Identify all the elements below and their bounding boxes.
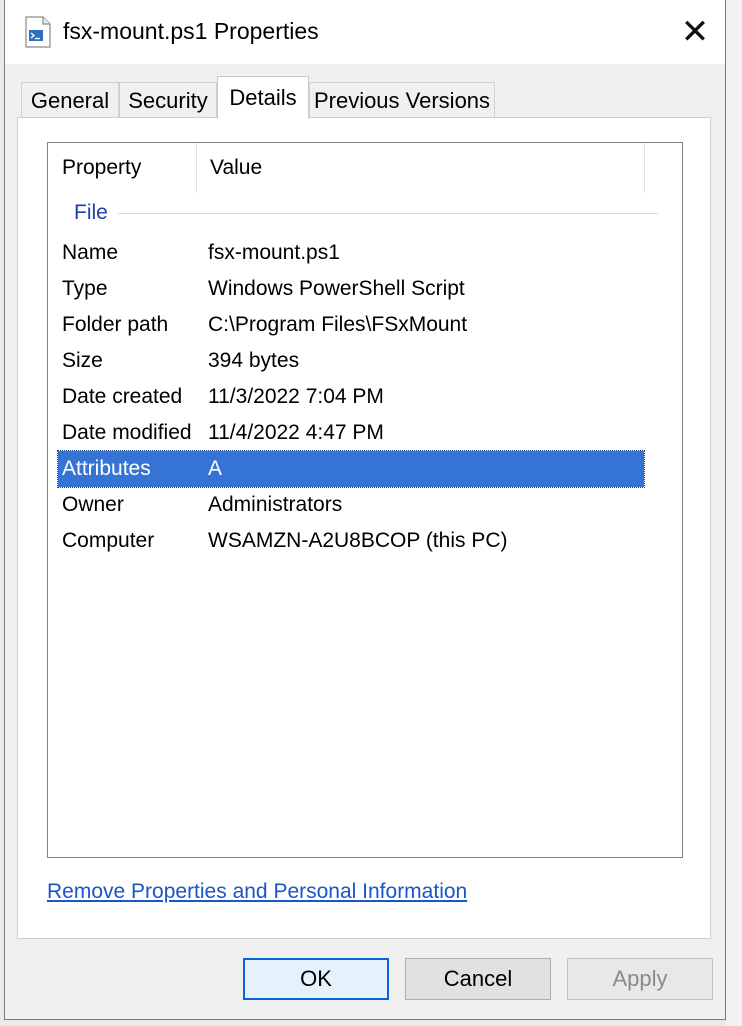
property-value: A (208, 457, 223, 480)
property-value: Windows PowerShell Script (208, 277, 465, 300)
column-header-value[interactable]: Value (196, 143, 644, 193)
title-bar[interactable]: fsx-mount.ps1 Properties ✕ (5, 0, 725, 64)
column-divider[interactable] (644, 143, 645, 193)
property-label: Date created (62, 385, 183, 408)
column-header-property[interactable]: Property (48, 143, 196, 193)
property-label: Size (62, 349, 103, 372)
tab-general[interactable]: General (21, 82, 119, 118)
property-value: 11/3/2022 7:04 PM (208, 385, 384, 408)
apply-button[interactable]: Apply (567, 958, 713, 1000)
tab-strip: General Security Details Previous Versio… (21, 76, 721, 119)
tab-security[interactable]: Security (119, 82, 217, 118)
detail-row-folder-path[interactable]: Folder path C:\Program Files\FSxMount (58, 307, 644, 343)
detail-row-owner[interactable]: Owner Administrators (58, 487, 644, 523)
detail-row-computer[interactable]: Computer WSAMZN-A2U8BCOP (this PC) (58, 523, 644, 559)
window-title: fsx-mount.ps1 Properties (63, 18, 319, 44)
detail-row-date-created[interactable]: Date created 11/3/2022 7:04 PM (58, 379, 644, 415)
group-header-file: File (74, 201, 108, 224)
close-button[interactable]: ✕ (673, 12, 717, 52)
background-window (726, 0, 742, 1026)
property-label: Name (62, 241, 119, 264)
cancel-button[interactable]: Cancel (405, 958, 551, 1000)
tab-previous-versions[interactable]: Previous Versions (309, 82, 495, 118)
detail-row-size[interactable]: Size 394 bytes (58, 343, 644, 379)
property-label: Attributes (62, 457, 151, 480)
property-value: 394 bytes (208, 349, 300, 372)
property-value: WSAMZN-A2U8BCOP (this PC) (208, 529, 508, 552)
details-panel: Property Value File Name fsx-mount.ps1 T… (17, 117, 711, 939)
property-label: Owner (62, 493, 124, 516)
property-label: Folder path (62, 313, 169, 336)
close-icon: ✕ (680, 13, 710, 51)
ok-button[interactable]: OK (243, 958, 389, 1000)
properties-dialog: fsx-mount.ps1 Properties ✕ General Secur… (4, 0, 726, 1020)
detail-row-attributes[interactable]: Attributes A (57, 450, 645, 488)
property-value: Administrators (208, 493, 343, 516)
property-value: fsx-mount.ps1 (208, 241, 340, 264)
property-value: C:\Program Files\FSxMount (208, 313, 468, 336)
property-label: Date modified (62, 421, 192, 444)
tab-details[interactable]: Details (217, 76, 309, 119)
detail-row-name[interactable]: Name fsx-mount.ps1 (58, 235, 644, 271)
details-listview[interactable]: Property Value File Name fsx-mount.ps1 T… (47, 142, 683, 858)
powershell-script-file-icon (25, 16, 51, 48)
property-value: 11/4/2022 4:47 PM (208, 421, 384, 444)
group-divider (118, 213, 658, 214)
detail-row-type[interactable]: Type Windows PowerShell Script (58, 271, 644, 307)
property-label: Type (62, 277, 108, 300)
property-label: Computer (62, 529, 155, 552)
remove-properties-link[interactable]: Remove Properties and Personal Informati… (47, 880, 467, 904)
detail-row-date-modified[interactable]: Date modified 11/4/2022 4:47 PM (58, 415, 644, 451)
